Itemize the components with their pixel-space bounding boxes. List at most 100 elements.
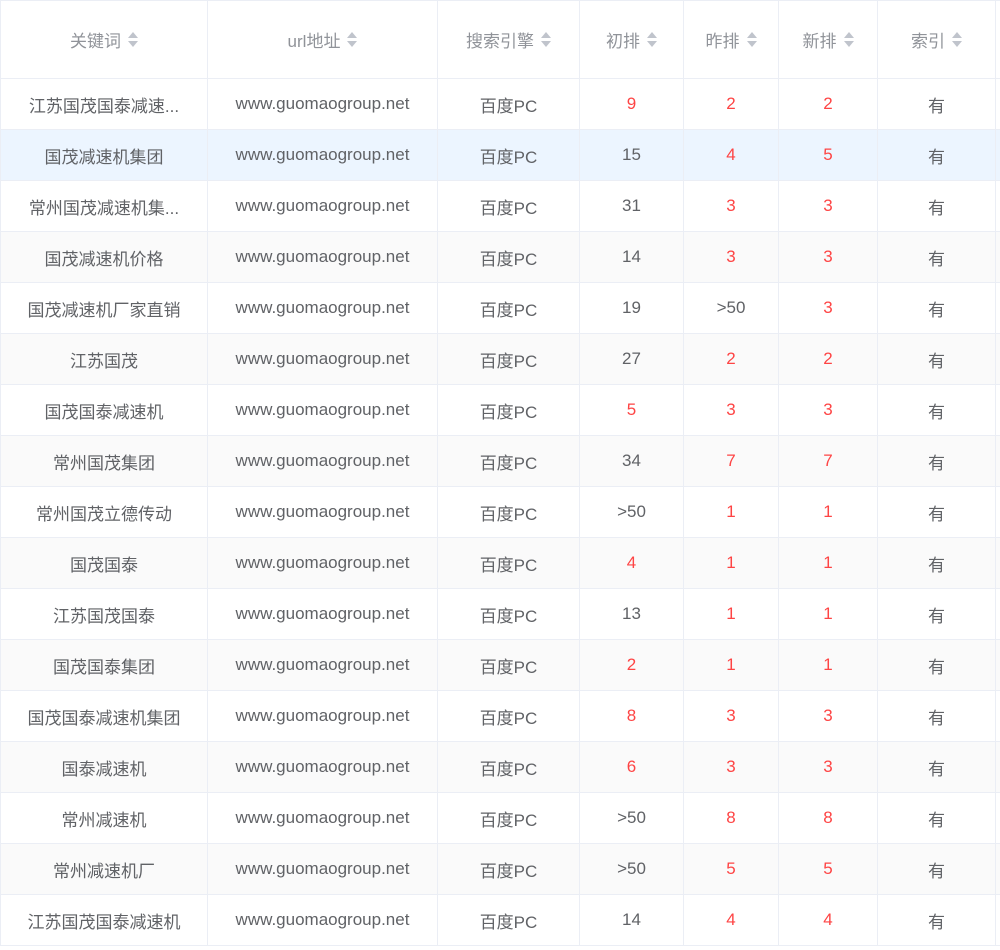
initial-rank-value: 4 xyxy=(627,553,636,573)
keyword-cell: 江苏国茂国泰减速... xyxy=(1,79,208,130)
url-text: www.guomaogroup.net xyxy=(236,400,410,420)
column-header[interactable]: url地址 xyxy=(208,1,438,79)
table-row[interactable]: 国茂减速机厂家直销 www.guomaogroup.net 百度PC 19 >5… xyxy=(1,283,1000,334)
column-header[interactable]: 搜索引擎 xyxy=(438,1,580,79)
sort-ascending-icon[interactable] xyxy=(844,32,854,38)
sort-carets-icon xyxy=(128,32,138,47)
sort-descending-icon[interactable] xyxy=(952,41,962,47)
initial-rank-cell: >50 xyxy=(580,793,684,844)
sort-descending-icon[interactable] xyxy=(128,41,138,47)
url-text: www.guomaogroup.net xyxy=(236,502,410,522)
search-engine-text: 百度PC xyxy=(480,143,538,168)
initial-rank-cell: 31 xyxy=(580,181,684,232)
column-header[interactable]: 新排 xyxy=(779,1,878,79)
index-cell: 有 xyxy=(878,385,996,436)
url-cell: www.guomaogroup.net xyxy=(208,691,438,742)
index-status: 有 xyxy=(928,500,945,525)
column-header[interactable]: 关键词 xyxy=(1,1,208,79)
sort-ascending-icon[interactable] xyxy=(128,32,138,38)
table-row[interactable]: 国茂国泰 www.guomaogroup.net 百度PC 4 1 1 有 xyxy=(1,538,1000,589)
index-status: 有 xyxy=(928,92,945,117)
index-status: 有 xyxy=(928,347,945,372)
yesterday-rank-cell: 4 xyxy=(684,895,779,946)
sort-descending-icon[interactable] xyxy=(747,41,757,47)
yesterday-rank-cell: >50 xyxy=(684,283,779,334)
index-cell: 有 xyxy=(878,742,996,793)
yesterday-rank-value: 1 xyxy=(726,655,735,675)
table-row[interactable]: 国茂国泰减速机集团 www.guomaogroup.net 百度PC 8 3 3… xyxy=(1,691,1000,742)
index-status: 有 xyxy=(928,143,945,168)
index-status: 有 xyxy=(928,653,945,678)
index-cell: 有 xyxy=(878,487,996,538)
table-row[interactable]: 国茂国泰减速机 www.guomaogroup.net 百度PC 5 3 3 有 xyxy=(1,385,1000,436)
initial-rank-value: 6 xyxy=(627,757,636,777)
yesterday-rank-value: 3 xyxy=(726,400,735,420)
scrollbar-gutter xyxy=(996,640,1000,691)
new-rank-cell: 3 xyxy=(779,691,878,742)
new-rank-value: 3 xyxy=(823,196,832,216)
search-engine-text: 百度PC xyxy=(480,806,538,831)
new-rank-value: 2 xyxy=(823,94,832,114)
table-row[interactable]: 国茂国泰集团 www.guomaogroup.net 百度PC 2 1 1 有 xyxy=(1,640,1000,691)
keyword-ranking-table: 关键词 url地址 搜索引擎 初排 昨排 新排 xyxy=(0,0,1000,946)
table-row[interactable]: 江苏国茂国泰 www.guomaogroup.net 百度PC 13 1 1 有 xyxy=(1,589,1000,640)
new-rank-value: 3 xyxy=(823,757,832,777)
sort-descending-icon[interactable] xyxy=(347,41,357,47)
initial-rank-value: >50 xyxy=(617,808,646,828)
search-engine-text: 百度PC xyxy=(480,755,538,780)
keyword-cell: 常州国茂立德传动 xyxy=(1,487,208,538)
initial-rank-value: 34 xyxy=(622,451,641,471)
new-rank-cell: 3 xyxy=(779,385,878,436)
keyword-cell: 国茂减速机集团 xyxy=(1,130,208,181)
scrollbar-gutter xyxy=(996,538,1000,589)
keyword-cell: 常州国茂集团 xyxy=(1,436,208,487)
column-header[interactable]: 索引 xyxy=(878,1,996,79)
column-header-label: 索引 xyxy=(911,27,945,52)
column-header[interactable]: 昨排 xyxy=(684,1,779,79)
index-status: 有 xyxy=(928,245,945,270)
table-row[interactable]: 国茂减速机集团 www.guomaogroup.net 百度PC 15 4 5 … xyxy=(1,130,1000,181)
keyword-cell: 江苏国茂国泰 xyxy=(1,589,208,640)
sort-descending-icon[interactable] xyxy=(541,41,551,47)
keyword-cell: 国茂国泰减速机集团 xyxy=(1,691,208,742)
sort-ascending-icon[interactable] xyxy=(647,32,657,38)
search-engine-cell: 百度PC xyxy=(438,691,580,742)
table-row[interactable]: 国泰减速机 www.guomaogroup.net 百度PC 6 3 3 有 xyxy=(1,742,1000,793)
scrollbar-gutter xyxy=(996,589,1000,640)
table-row[interactable]: 国茂减速机价格 www.guomaogroup.net 百度PC 14 3 3 … xyxy=(1,232,1000,283)
table-row[interactable]: 江苏国茂国泰减速... www.guomaogroup.net 百度PC 9 2… xyxy=(1,79,1000,130)
sort-descending-icon[interactable] xyxy=(647,41,657,47)
column-header-label: 关键词 xyxy=(70,27,121,52)
search-engine-cell: 百度PC xyxy=(438,232,580,283)
table-row[interactable]: 常州减速机 www.guomaogroup.net 百度PC >50 8 8 有 xyxy=(1,793,1000,844)
sort-carets-icon xyxy=(747,32,757,47)
search-engine-cell: 百度PC xyxy=(438,334,580,385)
sort-ascending-icon[interactable] xyxy=(747,32,757,38)
column-header[interactable]: 初排 xyxy=(580,1,684,79)
yesterday-rank-cell: 2 xyxy=(684,79,779,130)
search-engine-cell: 百度PC xyxy=(438,385,580,436)
new-rank-value: 3 xyxy=(823,247,832,267)
sort-ascending-icon[interactable] xyxy=(541,32,551,38)
url-text: www.guomaogroup.net xyxy=(236,247,410,267)
table-row[interactable]: 常州国茂集团 www.guomaogroup.net 百度PC 34 7 7 有 xyxy=(1,436,1000,487)
new-rank-cell: 1 xyxy=(779,487,878,538)
table-row[interactable]: 江苏国茂 www.guomaogroup.net 百度PC 27 2 2 有 xyxy=(1,334,1000,385)
new-rank-cell: 3 xyxy=(779,232,878,283)
keyword-cell: 国茂国泰减速机 xyxy=(1,385,208,436)
search-engine-text: 百度PC xyxy=(480,245,538,270)
table-row[interactable]: 常州国茂立德传动 www.guomaogroup.net 百度PC >50 1 … xyxy=(1,487,1000,538)
url-text: www.guomaogroup.net xyxy=(236,145,410,165)
keyword-cell: 国茂国泰 xyxy=(1,538,208,589)
yesterday-rank-cell: 3 xyxy=(684,232,779,283)
table-row[interactable]: 常州国茂减速机集... www.guomaogroup.net 百度PC 31 … xyxy=(1,181,1000,232)
sort-descending-icon[interactable] xyxy=(844,41,854,47)
column-header-label: 新排 xyxy=(803,27,837,52)
table-row[interactable]: 江苏国茂国泰减速机 www.guomaogroup.net 百度PC 14 4 … xyxy=(1,895,1000,946)
sort-ascending-icon[interactable] xyxy=(347,32,357,38)
yesterday-rank-cell: 1 xyxy=(684,487,779,538)
table-row[interactable]: 常州减速机厂 www.guomaogroup.net 百度PC >50 5 5 … xyxy=(1,844,1000,895)
sort-ascending-icon[interactable] xyxy=(952,32,962,38)
yesterday-rank-value: >50 xyxy=(717,298,746,318)
url-cell: www.guomaogroup.net xyxy=(208,487,438,538)
